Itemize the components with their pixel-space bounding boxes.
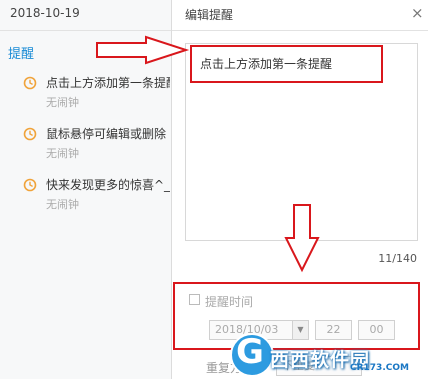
clock-icon	[23, 76, 37, 90]
panel-title: 编辑提醒	[185, 8, 234, 22]
editor-content: 点击上方添加第一条提醒	[200, 57, 333, 71]
divider	[172, 30, 428, 31]
reminder-list-pane: 2018-10-19 提醒 点击上方添加第一条提醒 无闹钟 鼠标悬停可编辑或删除…	[0, 0, 172, 379]
section-title-reminders[interactable]: 提醒	[8, 43, 34, 62]
list-item-alarm: 无闹钟	[46, 147, 79, 160]
list-item[interactable]: 鼠标悬停可编辑或删除 无闹钟	[0, 124, 171, 174]
list-item-alarm: 无闹钟	[46, 198, 79, 211]
watermark-letter: G	[236, 332, 264, 372]
divider	[0, 30, 171, 31]
character-counter: 11/140	[378, 252, 417, 265]
clock-icon	[23, 127, 37, 141]
reminder-time-label[interactable]: 提醒时间	[205, 293, 253, 310]
reminder-time-checkbox[interactable]	[189, 294, 200, 305]
list-item[interactable]: 点击上方添加第一条提醒 无闹钟	[0, 73, 171, 123]
edit-reminder-pane: 编辑提醒 × 点击上方添加第一条提醒 11/140 提醒时间 2018/10/0…	[172, 0, 428, 379]
list-item-alarm: 无闹钟	[46, 96, 79, 109]
list-item-title: 点击上方添加第一条提醒	[46, 76, 170, 90]
watermark-url: CR173.COM	[350, 363, 409, 373]
close-icon[interactable]: ×	[411, 4, 424, 22]
reminder-text-editor[interactable]: 点击上方添加第一条提醒	[185, 43, 418, 241]
watermark-logo: G 西西软件园 CR173.COM	[226, 331, 428, 379]
current-date: 2018-10-19	[10, 6, 80, 20]
list-item-title: 快来发现更多的惊喜^_	[46, 178, 170, 192]
list-item-title: 鼠标悬停可编辑或删除	[46, 127, 167, 141]
list-item[interactable]: 快来发现更多的惊喜^_ 无闹钟	[0, 175, 171, 225]
clock-icon	[23, 178, 37, 192]
